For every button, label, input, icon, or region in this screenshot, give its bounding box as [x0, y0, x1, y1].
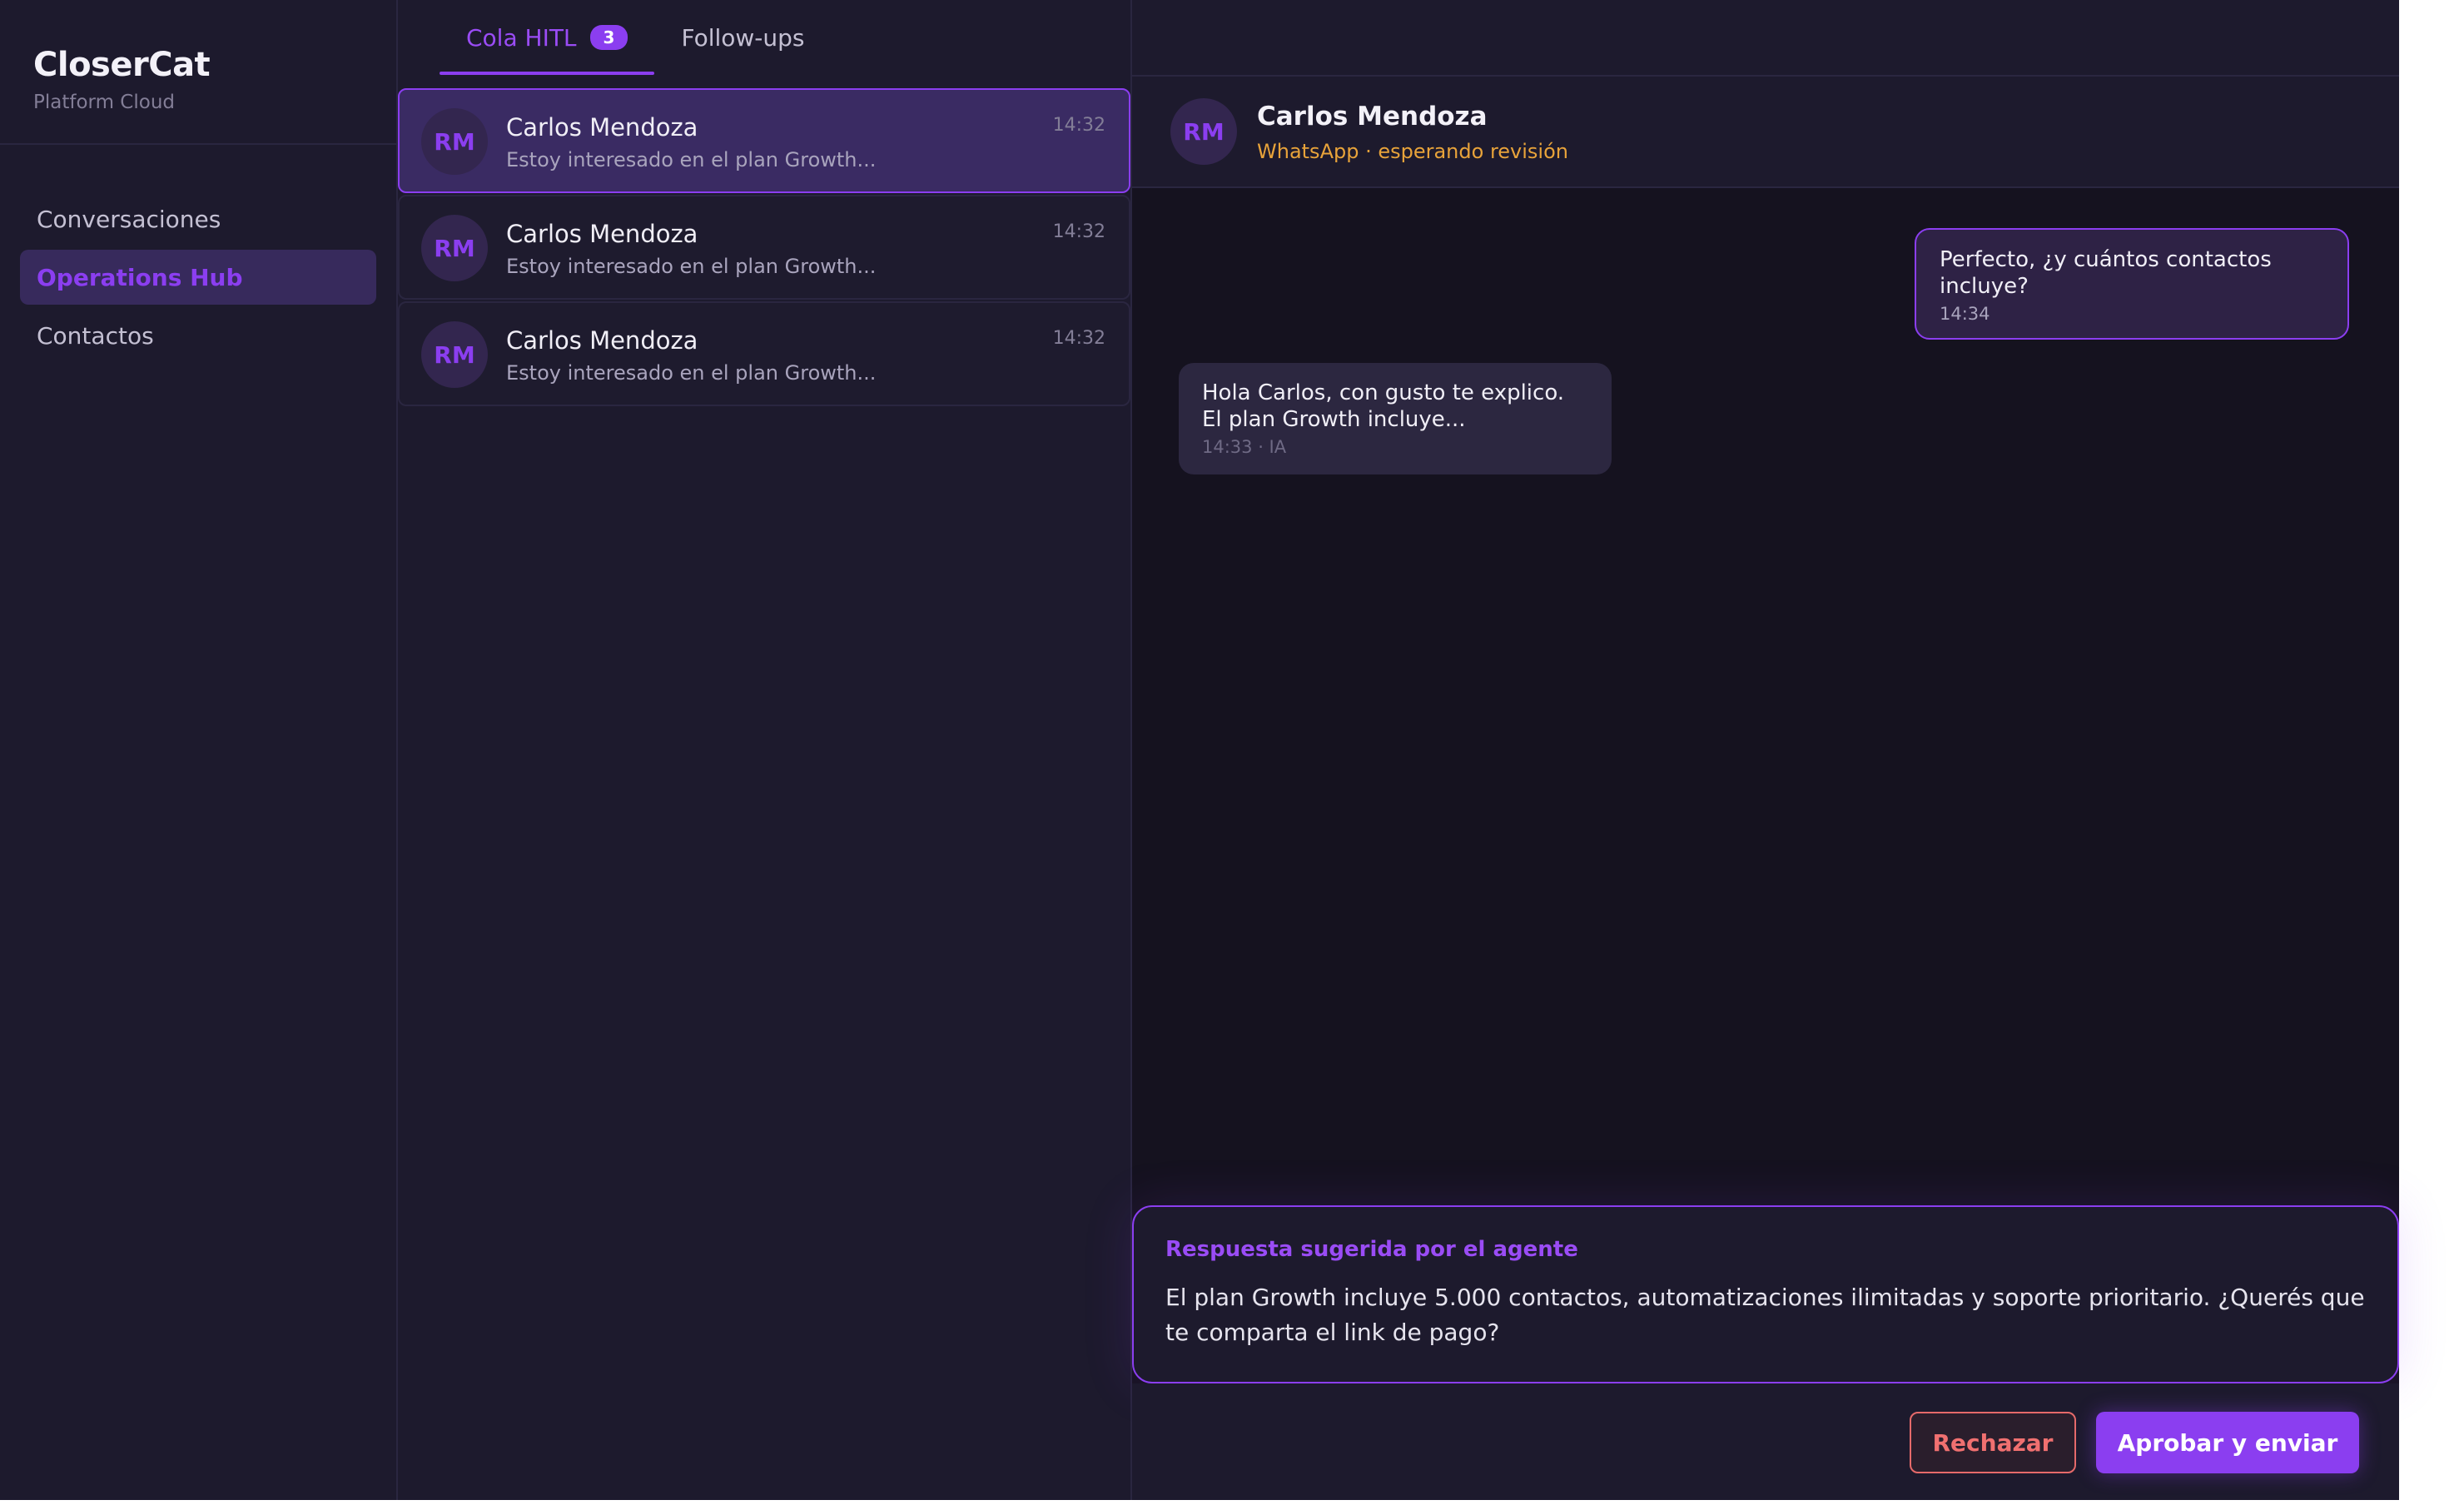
incoming-message: Hola Carlos, con gusto te explico. El pl…	[1179, 363, 1612, 474]
avatar: RM	[1170, 98, 1237, 165]
sidebar-nav: Conversaciones Operations Hub Contactos	[0, 145, 396, 363]
review-actions: Rechazar Aprobar y enviar	[1132, 1383, 2399, 1500]
contact-name: Carlos Mendoza	[506, 113, 698, 142]
contact-name: Carlos Mendoza	[506, 326, 698, 355]
list-item[interactable]: RM Carlos Mendoza Estoy interesado en el…	[398, 301, 1130, 406]
message-text: Hola Carlos, con gusto te explico. El pl…	[1202, 380, 1565, 432]
outgoing-message: Perfecto, ¿y cuántos contactos incluye? …	[1915, 228, 2349, 340]
message-preview: Estoy interesado en el plan Growth...	[506, 361, 877, 385]
message-preview: Estoy interesado en el plan Growth...	[506, 255, 877, 278]
chat-panel: RM Carlos Mendoza WhatsApp · esperando r…	[1132, 0, 2399, 1500]
suggested-reply-text[interactable]: El plan Growth incluye 5.000 contactos, …	[1165, 1280, 2366, 1350]
timestamp: 14:32	[1052, 328, 1105, 349]
suggested-reply-label: Respuesta sugerida por el agente	[1165, 1237, 1578, 1262]
tab-follow-ups[interactable]: Follow-ups	[654, 0, 831, 75]
avatar: RM	[421, 321, 488, 388]
conversation-list: RM Carlos Mendoza Estoy interesado en el…	[398, 88, 1130, 408]
sidebar-item-operations-hub[interactable]: Operations Hub	[20, 250, 376, 305]
list-item[interactable]: RM Carlos Mendoza Estoy interesado en el…	[398, 195, 1130, 300]
timestamp: 14:32	[1052, 221, 1105, 242]
chat-header: RM Carlos Mendoza WhatsApp · esperando r…	[1132, 75, 2399, 188]
chat-top-bar	[1132, 0, 2399, 75]
brand-title: CloserCat	[33, 46, 211, 84]
chat-status: WhatsApp · esperando revisión	[1257, 140, 1568, 163]
message-text: Perfecto, ¿y cuántos contactos incluye?	[1940, 247, 2272, 299]
message-time: 14:34	[1940, 304, 1990, 324]
sidebar-item-conversaciones[interactable]: Conversaciones	[20, 191, 376, 246]
contact-name: Carlos Mendoza	[506, 220, 698, 248]
message-preview: Estoy interesado en el plan Growth...	[506, 148, 877, 171]
tab-label: Follow-ups	[681, 23, 805, 52]
reject-button[interactable]: Rechazar	[1910, 1412, 2076, 1473]
suggested-reply-card: Respuesta sugerida por el agente El plan…	[1132, 1205, 2399, 1383]
queue-panel: Cola HITL 3 Follow-ups RM Carlos Mendoza…	[398, 0, 1132, 1500]
message-time: 14:33 · IA	[1202, 437, 1287, 457]
sidebar-item-contactos[interactable]: Contactos	[20, 308, 376, 363]
avatar: RM	[421, 108, 488, 175]
timestamp: 14:32	[1052, 115, 1105, 136]
queue-tabs: Cola HITL 3 Follow-ups	[398, 0, 832, 75]
approve-and-send-button[interactable]: Aprobar y enviar	[2096, 1412, 2359, 1473]
brand-subtitle: Platform Cloud	[33, 92, 176, 113]
brand-header: CloserCat Platform Cloud	[0, 0, 396, 145]
chat-contact-name: Carlos Mendoza	[1257, 102, 1488, 132]
sidebar: CloserCat Platform Cloud Conversaciones …	[0, 0, 398, 1500]
avatar: RM	[421, 215, 488, 281]
tab-label: Cola HITL	[466, 23, 577, 52]
count-badge: 3	[589, 25, 628, 50]
app-window: CloserCat Platform Cloud Conversaciones …	[0, 0, 2399, 1500]
tab-cola-hitl[interactable]: Cola HITL 3	[440, 0, 655, 75]
list-item[interactable]: RM Carlos Mendoza Estoy interesado en el…	[398, 88, 1130, 193]
